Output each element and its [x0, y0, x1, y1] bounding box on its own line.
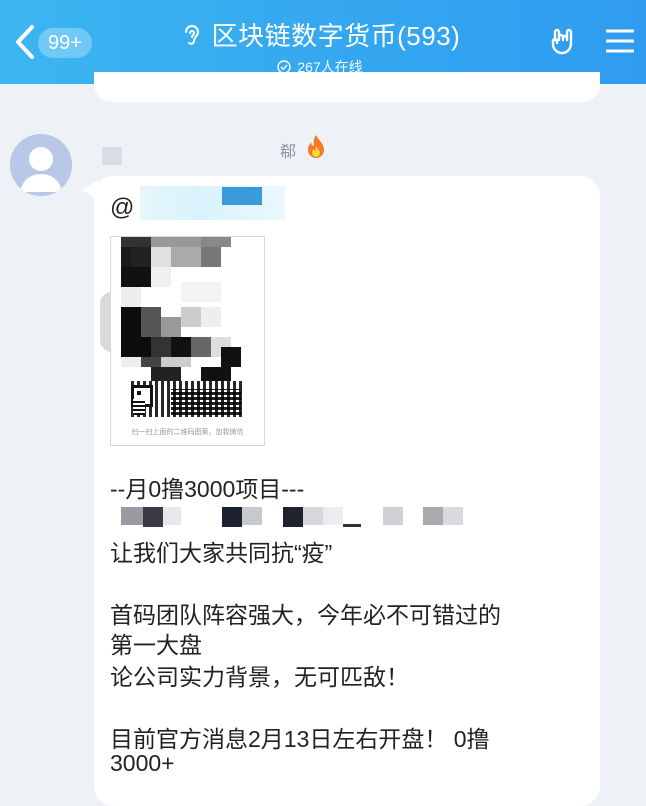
unread-badge[interactable]: 99+ — [38, 28, 92, 58]
mention-at: @ — [110, 194, 135, 221]
message-line-4: 第一大盘 — [110, 632, 202, 658]
group-title: 区块链数字货币(593) — [211, 21, 461, 51]
previous-message-bubble[interactable] — [94, 72, 600, 102]
message-line-7: 3000+ — [110, 750, 175, 776]
member-level: 郗 — [280, 144, 297, 161]
ear-icon[interactable] — [180, 24, 202, 46]
sender-name-redacted[interactable] — [102, 147, 122, 165]
default-avatar-icon — [10, 134, 72, 196]
qr-caption: 扫一扫上面的二维码图案，加我微信 — [131, 429, 244, 436]
fire-icon — [308, 135, 324, 158]
message-line-6: 目前官方消息2月13日左右开盘！ 0撸 — [110, 726, 490, 752]
qr-code-image[interactable]: 扫一扫上面的二维码图案，加我微信 — [110, 236, 265, 446]
message-line-1: --月0撸3000项目--- — [110, 476, 305, 502]
message-line-5: 论公司实力背景，无可匹敌！ — [110, 664, 409, 690]
mention-name-redacted-block — [222, 187, 262, 205]
rock-hand-icon[interactable] — [548, 26, 580, 58]
chevron-left-icon — [16, 25, 34, 59]
title-area: 区块链数字货币(593) 267人在线 — [160, 16, 480, 77]
back-button[interactable] — [10, 22, 40, 62]
hamburger-menu-icon[interactable] — [606, 28, 634, 54]
mention-name-redacted[interactable] — [140, 186, 285, 220]
message-line-2: 让我们大家共同抗“疫” — [110, 540, 333, 566]
message-line-3: 首码团队阵容强大，今年必不可错过的 — [110, 602, 501, 628]
avatar[interactable] — [10, 134, 72, 196]
